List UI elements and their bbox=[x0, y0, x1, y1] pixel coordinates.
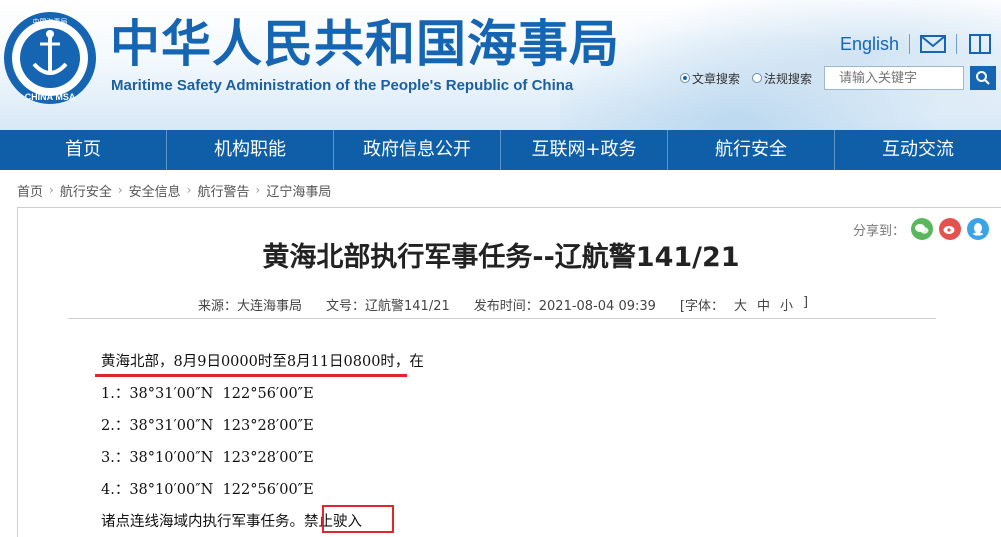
red-underline-annotation bbox=[95, 374, 407, 377]
english-link[interactable]: English bbox=[840, 34, 899, 55]
article-meta: 来源：大连海事局 文号：辽航警141/21 发布时间：2021-08-04 09… bbox=[198, 295, 808, 314]
font-close-bracket: ] bbox=[803, 295, 809, 310]
chevron-right-icon: › bbox=[49, 183, 54, 197]
body-line-point-3: 3.：38°10′00″N 123°28′00″E bbox=[101, 450, 314, 466]
font-size-control: [字体： 大 中 小 ] bbox=[680, 295, 808, 314]
radio-label: 法规搜索 bbox=[764, 71, 813, 86]
breadcrumb-home[interactable]: 首页 bbox=[17, 181, 43, 200]
closing-text: 诸点连线海域内执行军事任务。 bbox=[101, 514, 304, 530]
msa-logo[interactable]: 中国海事局 CHINA MSA bbox=[2, 10, 98, 106]
search-button[interactable] bbox=[970, 66, 997, 90]
nav-gov-info[interactable]: 政府信息公开 bbox=[334, 130, 501, 170]
body-line-point-1: 1.：38°31′00″N 122°56′00″E bbox=[101, 386, 314, 402]
site-title: 中华人民共和国海事局 bbox=[110, 15, 620, 73]
book-icon[interactable] bbox=[967, 33, 993, 55]
main-nav: 首页 机构职能 政府信息公开 互联网+政务 航行安全 互动交流 bbox=[0, 130, 1001, 170]
radio-law-search[interactable]: 法规搜索 bbox=[752, 70, 812, 87]
search-input[interactable] bbox=[824, 66, 965, 90]
site-subtitle: Maritime Safety Administration of the Pe… bbox=[111, 77, 574, 94]
logo-bottom-text: CHINA MSA bbox=[25, 92, 76, 102]
radio-dot-selected bbox=[680, 73, 690, 83]
radio-article-search[interactable]: 文章搜索 bbox=[680, 70, 740, 87]
breadcrumb-liaoning-msa[interactable]: 辽宁海事局 bbox=[266, 181, 331, 200]
font-medium-button[interactable]: 中 bbox=[757, 295, 770, 314]
chevron-right-icon: › bbox=[255, 183, 261, 197]
article-panel: 分享到： 黄海北部执行军事任务--辽航警141/21 来源：大连海事局 文号：辽… bbox=[17, 207, 1001, 537]
chevron-right-icon: › bbox=[186, 183, 192, 197]
article-source: 来源：大连海事局 bbox=[198, 299, 303, 314]
chevron-right-icon: › bbox=[117, 183, 123, 197]
top-links: English bbox=[840, 30, 993, 58]
article-title: 黄海北部执行军事任务--辽航警141/21 bbox=[262, 242, 740, 273]
radio-dot bbox=[752, 73, 763, 83]
font-small-button[interactable]: 小 bbox=[780, 295, 793, 314]
nav-interaction[interactable]: 互动交流 bbox=[835, 130, 1001, 170]
breadcrumb-navigation-safety[interactable]: 航行安全 bbox=[60, 181, 112, 200]
divider bbox=[956, 34, 958, 54]
nav-home[interactable]: 首页 bbox=[0, 130, 167, 170]
search-icon bbox=[976, 71, 990, 85]
search-bar: 文章搜索 法规搜索 bbox=[680, 66, 997, 90]
nav-functions[interactable]: 机构职能 bbox=[167, 130, 334, 170]
divider bbox=[909, 34, 911, 54]
article-publish-time: 发布时间：2021-08-04 09:39 bbox=[473, 299, 656, 314]
breadcrumb-nav-warning[interactable]: 航行警告 bbox=[197, 181, 249, 200]
site-header: 中国海事局 CHINA MSA 中华人民共和国海事局 Maritime Safe… bbox=[0, 0, 1001, 130]
breadcrumb: 首页 › 航行安全 › 安全信息 › 航行警告 › 辽宁海事局 bbox=[17, 181, 331, 200]
mail-icon[interactable] bbox=[920, 33, 947, 55]
article-doc-no: 文号：辽航警141/21 bbox=[326, 299, 450, 314]
breadcrumb-safety-info[interactable]: 安全信息 bbox=[129, 181, 181, 200]
font-label: [字体： bbox=[679, 299, 724, 314]
nav-navigation-safety[interactable]: 航行安全 bbox=[668, 130, 835, 170]
header-background bbox=[560, 0, 1001, 130]
body-line-point-4: 4.：38°10′00″N 122°56′00″E bbox=[101, 482, 314, 498]
radio-label: 文章搜索 bbox=[692, 71, 741, 86]
nav-internet-gov[interactable]: 互联网+政务 bbox=[501, 130, 668, 170]
font-large-button[interactable]: 大 bbox=[734, 295, 747, 314]
logo-top-text: 中国海事局 bbox=[33, 17, 68, 26]
body-line-point-2: 2.：38°31′00″N 123°28′00″E bbox=[101, 418, 314, 434]
red-box-annotation bbox=[322, 505, 394, 533]
divider bbox=[68, 318, 936, 319]
